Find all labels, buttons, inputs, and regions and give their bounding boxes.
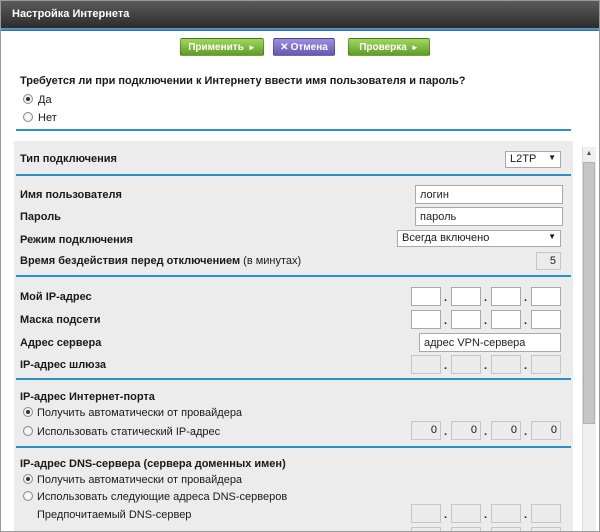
ip-dot: . <box>524 360 528 372</box>
login-yes-label: Да <box>38 94 52 106</box>
ip-dot: . <box>484 509 488 521</box>
gateway-ip-octet-2[interactable] <box>451 355 481 374</box>
ip-dot: . <box>524 315 528 327</box>
apply-button[interactable]: Применить ► <box>180 38 264 56</box>
server-address-label: Адрес сервера <box>20 337 102 349</box>
internet-ip-auto-radio[interactable] <box>23 407 33 417</box>
my-ip-octet-3[interactable] <box>491 287 521 306</box>
ip-dot: . <box>484 292 488 304</box>
subnet-mask-octet-2[interactable] <box>451 310 481 329</box>
alternate-dns-octet-3[interactable] <box>491 527 521 531</box>
alternate-dns-octet-4[interactable] <box>531 527 561 531</box>
connection-mode-select[interactable]: Всегда включено ▼ <box>397 230 561 247</box>
ip-dot: . <box>524 509 528 521</box>
my-ip-octet-1[interactable] <box>411 287 441 306</box>
preferred-dns-octet-2[interactable] <box>451 504 481 523</box>
static-ip-octet-3[interactable]: 0 <box>491 421 521 440</box>
idle-time-label: Время бездействия перед отключением (в м… <box>20 255 302 267</box>
connection-mode-label: Режим подключения <box>20 234 133 246</box>
scrollbar-thumb[interactable] <box>583 162 595 424</box>
gateway-ip-octet-4[interactable] <box>531 355 561 374</box>
subnet-mask-octet-1[interactable] <box>411 310 441 329</box>
my-ip-octet-2[interactable] <box>451 287 481 306</box>
username-input[interactable] <box>415 185 563 204</box>
ip-dot: . <box>524 292 528 304</box>
dns-auto-radio[interactable] <box>23 474 33 484</box>
preferred-dns-label: Предпочитаемый DNS-сервер <box>37 509 192 521</box>
ip-dot: . <box>444 426 448 438</box>
ip-dot: . <box>524 426 528 438</box>
cross-icon: ✕ <box>280 42 289 53</box>
triangle-down-icon: ▼ <box>548 232 556 241</box>
play-arrow-icon: ► <box>247 43 256 52</box>
section-divider <box>16 446 571 448</box>
alternate-dns-octet-1[interactable] <box>411 527 441 531</box>
password-label: Пароль <box>20 211 61 223</box>
cancel-button-label: Отмена <box>290 42 328 53</box>
internet-port-ip-heading: IP-адрес Интернет-порта <box>20 391 155 403</box>
internet-ip-auto-label: Получить автоматически от провайдера <box>37 407 243 419</box>
password-input[interactable] <box>415 207 563 226</box>
login-no-label: Нет <box>38 112 57 124</box>
connection-type-select[interactable]: L2TP ▼ <box>505 151 561 168</box>
dns-heading: IP-адрес DNS-сервера (сервера доменных и… <box>20 458 286 470</box>
subnet-mask-label: Маска подсети <box>20 314 101 326</box>
server-address-input[interactable] <box>419 333 561 352</box>
subnet-mask-octet-4[interactable] <box>531 310 561 329</box>
section-divider <box>16 129 571 131</box>
idle-time-input[interactable]: 5 <box>536 252 561 270</box>
login-question: Требуется ли при подключении к Интернету… <box>20 75 466 87</box>
ip-dot: . <box>444 292 448 304</box>
my-ip-octet-4[interactable] <box>531 287 561 306</box>
ip-dot: . <box>484 426 488 438</box>
username-label: Имя пользователя <box>20 189 122 201</box>
ip-dot: . <box>444 509 448 521</box>
dns-manual-radio[interactable] <box>23 491 33 501</box>
cancel-button[interactable]: ✕ Отмена <box>273 38 335 56</box>
check-button-label: Проверка <box>359 42 407 53</box>
internet-ip-static-radio[interactable] <box>23 426 33 436</box>
section-divider <box>16 275 571 277</box>
login-no-radio[interactable] <box>23 112 33 122</box>
window-title: Настройка Интернета <box>1 1 599 28</box>
play-arrow-icon: ► <box>410 43 419 52</box>
my-ip-label: Мой IP-адрес <box>20 291 92 303</box>
dns-manual-label: Использовать следующие адреса DNS-сервер… <box>37 491 288 503</box>
preferred-dns-octet-1[interactable] <box>411 504 441 523</box>
gateway-ip-octet-3[interactable] <box>491 355 521 374</box>
preferred-dns-octet-4[interactable] <box>531 504 561 523</box>
login-yes-radio[interactable] <box>23 94 33 104</box>
dns-auto-label: Получить автоматически от провайдера <box>37 474 243 486</box>
ip-dot: . <box>444 360 448 372</box>
gateway-ip-label: IP-адрес шлюза <box>20 359 107 371</box>
alternate-dns-octet-2[interactable] <box>451 527 481 531</box>
connection-mode-value: Всегда включено <box>402 232 490 244</box>
check-button[interactable]: Проверка ► <box>348 38 430 56</box>
title-accent-line <box>1 28 599 31</box>
internet-setup-window: Настройка Интернета Применить ► ✕ Отмена П… <box>0 0 600 532</box>
connection-type-label: Тип подключения <box>20 153 117 165</box>
static-ip-octet-1[interactable]: 0 <box>411 421 441 440</box>
static-ip-octet-2[interactable]: 0 <box>451 421 481 440</box>
preferred-dns-octet-3[interactable] <box>491 504 521 523</box>
internet-ip-static-label: Использовать статический IP-адрес <box>37 426 221 438</box>
ip-dot: . <box>444 315 448 327</box>
subnet-mask-octet-3[interactable] <box>491 310 521 329</box>
ip-dot: . <box>484 315 488 327</box>
static-ip-octet-4[interactable]: 0 <box>531 421 561 440</box>
section-divider <box>16 174 571 176</box>
ip-dot: . <box>484 360 488 372</box>
connection-type-value: L2TP <box>510 153 537 165</box>
gateway-ip-octet-1[interactable] <box>411 355 441 374</box>
scroll-up-icon[interactable]: ▲ <box>583 148 595 160</box>
triangle-down-icon: ▼ <box>548 153 556 162</box>
section-divider <box>16 378 571 380</box>
apply-button-label: Применить <box>188 42 244 53</box>
